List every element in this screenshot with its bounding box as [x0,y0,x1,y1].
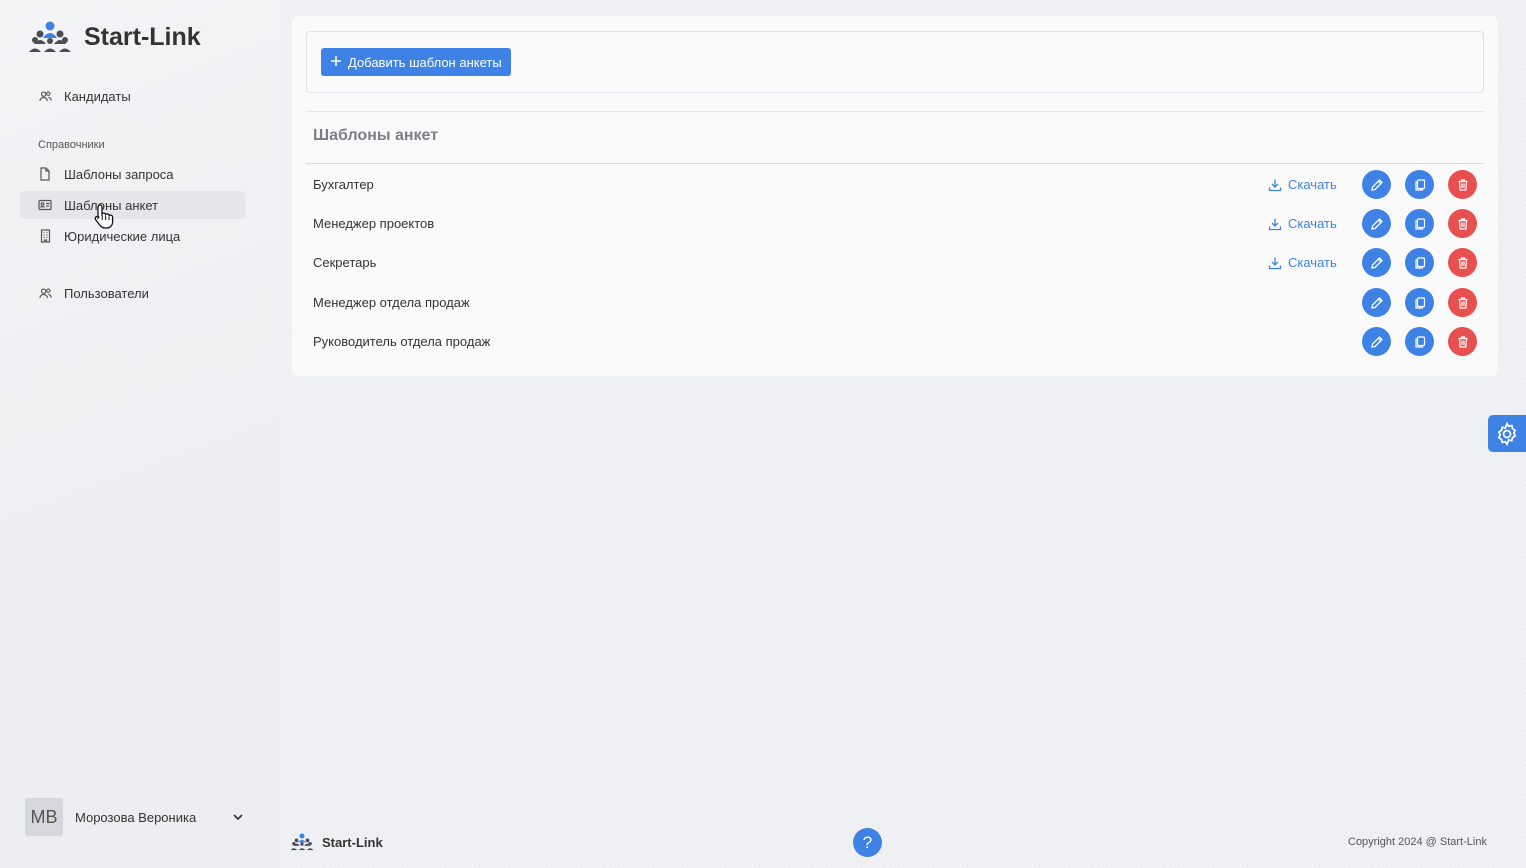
copy-icon [1413,217,1427,231]
edit-button[interactable] [1362,209,1391,238]
users-icon [38,89,52,103]
sidebar: Start-Link Кандидаты Справочники Шаблоны… [0,0,280,868]
section-title: Шаблоны анкет [313,127,439,144]
sidebar-item-label: Юридические лица [64,228,181,244]
avatar: МВ [25,798,63,836]
divider [306,163,1484,164]
sidebar-item-label: Шаблоны запроса [64,166,174,182]
toolbar: Добавить шаблон анкеты [306,31,1484,93]
question-icon: ? [862,832,873,852]
template-name: Менеджер проектов [313,216,435,231]
copy-icon [1413,335,1427,349]
trash-icon [1456,178,1470,192]
table-row: Менеджер отдела продаж [306,283,1484,322]
footer-logo[interactable]: Start-Link [290,830,383,854]
delete-button[interactable] [1448,209,1477,238]
sidebar-section-label: Справочники [38,139,105,151]
main-card: Добавить шаблон анкеты Шаблоны анкет Бух… [292,16,1498,376]
download-label: Скачать [1288,177,1337,192]
pencil-icon [1370,178,1384,192]
template-name: Бухгалтер [313,177,374,192]
pencil-icon [1370,217,1384,231]
copy-button[interactable] [1405,248,1434,277]
edit-button[interactable] [1362,327,1391,356]
pencil-icon [1370,335,1384,349]
delete-button[interactable] [1448,248,1477,277]
download-icon [1268,217,1282,231]
copy-button[interactable] [1405,209,1434,238]
sidebar-item-label: Пользователи [64,285,149,301]
copy-button[interactable] [1405,170,1434,199]
copyright: Copyright 2024 @ Start-Link [1348,836,1487,848]
divider [306,111,1484,112]
add-template-label: Добавить шаблон анкеты [348,54,502,70]
table-row: Бухгалтер Скачать [306,165,1484,204]
sidebar-item-users[interactable]: Пользователи [20,279,245,307]
settings-button[interactable] [1488,415,1526,452]
users-icon [38,286,52,300]
people-logo-icon [29,21,71,52]
download-link[interactable]: Скачать [1268,216,1337,231]
copy-button[interactable] [1405,288,1434,317]
pencil-icon [1370,256,1384,270]
footer-logo-title: Start-Link [322,834,383,850]
sidebar-item-request-templates[interactable]: Шаблоны запроса [20,160,245,188]
edit-button[interactable] [1362,288,1391,317]
people-logo-icon [290,833,314,851]
file-icon [38,167,52,181]
delete-button[interactable] [1448,288,1477,317]
template-name: Руководитель отдела продаж [313,334,491,349]
trash-icon [1456,335,1470,349]
delete-button[interactable] [1448,327,1477,356]
download-link[interactable]: Скачать [1268,255,1337,270]
sidebar-item-questionnaire-templates[interactable]: Шаблоны анкет [20,191,245,219]
sidebar-item-legal-entities[interactable]: Юридические лица [20,222,245,250]
table-row: Секретарь Скачать [306,243,1484,282]
download-label: Скачать [1288,216,1337,231]
trash-icon [1456,256,1470,270]
download-label: Скачать [1288,255,1337,270]
help-button[interactable]: ? [853,828,882,857]
table-row: Менеджер проектов Скачать [306,204,1484,243]
edit-button[interactable] [1362,248,1391,277]
app-title: Start-Link [84,22,201,51]
edit-button[interactable] [1362,170,1391,199]
download-icon [1268,178,1282,192]
table-row: Руководитель отдела продаж [306,322,1484,361]
gear-icon [1497,421,1517,446]
building-icon [38,229,52,243]
delete-button[interactable] [1448,170,1477,199]
chevron-down-icon [233,814,243,821]
hand-pointer-icon [94,204,114,229]
plus-icon [330,55,342,70]
template-name: Секретарь [313,255,377,270]
user-name: Морозова Вероника [75,809,197,825]
add-template-button[interactable]: Добавить шаблон анкеты [321,48,511,76]
copy-icon [1413,178,1427,192]
copy-icon [1413,296,1427,310]
id-card-icon [38,198,52,212]
trash-icon [1456,296,1470,310]
user-menu[interactable]: МВ Морозова Вероника [25,798,244,836]
download-link[interactable]: Скачать [1268,177,1337,192]
sidebar-item-candidates[interactable]: Кандидаты [20,82,245,110]
copy-button[interactable] [1405,327,1434,356]
pencil-icon [1370,296,1384,310]
app-logo[interactable]: Start-Link [28,20,201,54]
sidebar-item-label: Кандидаты [64,88,131,104]
trash-icon [1456,217,1470,231]
template-name: Менеджер отдела продаж [313,295,470,310]
copy-icon [1413,256,1427,270]
download-icon [1268,256,1282,270]
